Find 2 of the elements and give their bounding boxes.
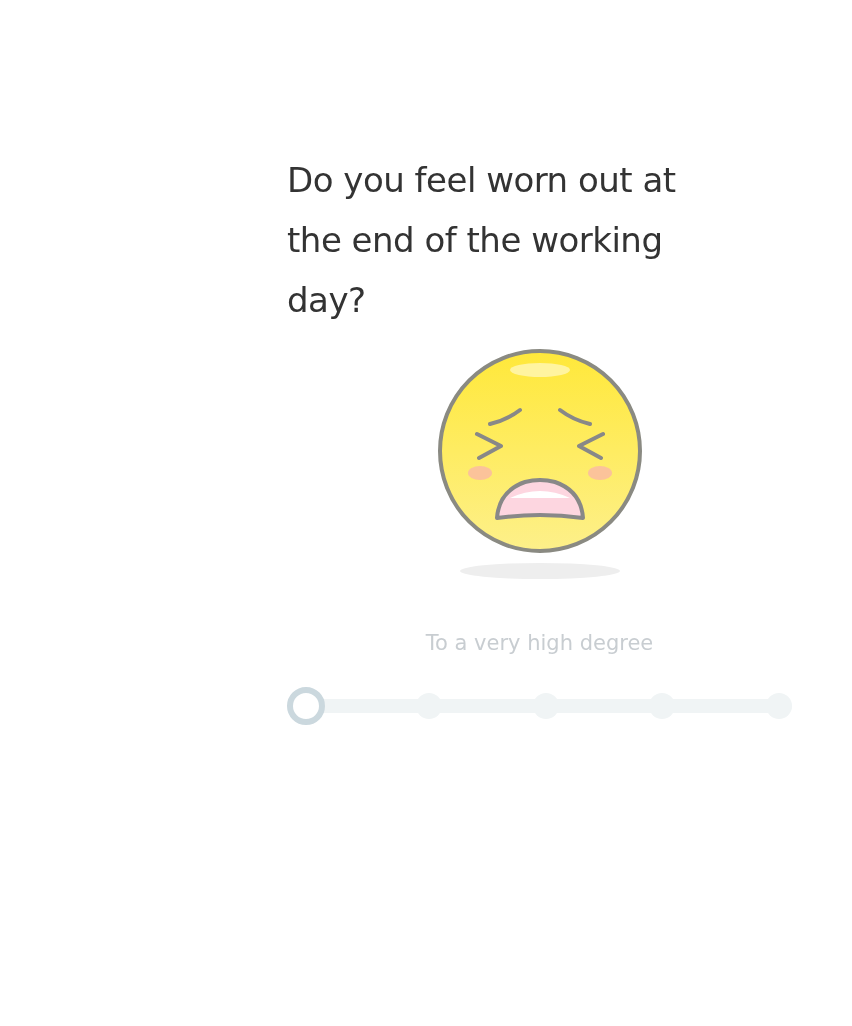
scale-step[interactable]: [287, 687, 325, 725]
question-text: Do you feel worn out at the end of the working day?: [287, 159, 677, 322]
